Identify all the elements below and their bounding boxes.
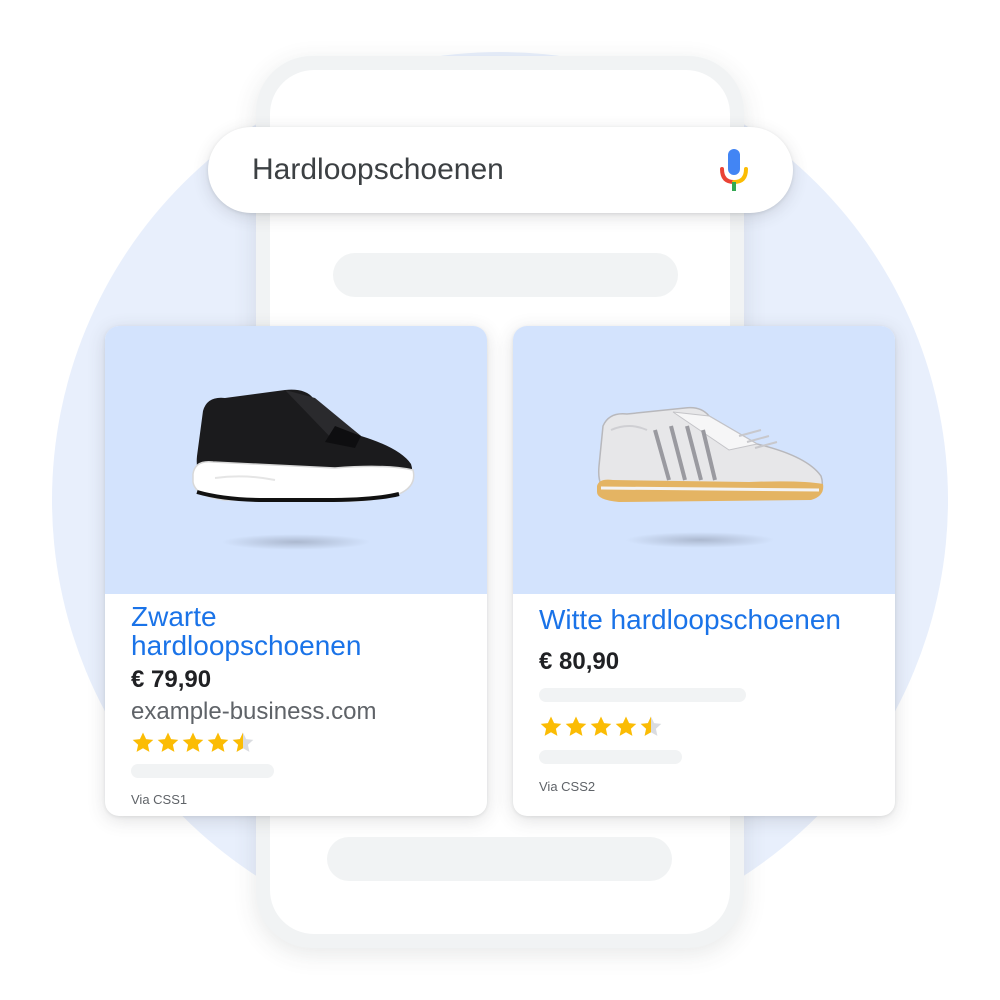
product-price: € 79,90 [131, 666, 212, 693]
star-rating [131, 731, 255, 755]
product-image[interactable] [105, 326, 487, 594]
product-price: € 80,90 [539, 648, 620, 675]
search-bar[interactable]: Hardloopschoenen [208, 127, 793, 213]
star-full-icon [615, 716, 637, 736]
search-query[interactable]: Hardloopschoenen [252, 153, 719, 187]
shoe-shadow [625, 532, 775, 548]
product-image[interactable] [513, 326, 895, 594]
star-full-icon [132, 732, 154, 752]
star-full-icon [182, 732, 204, 752]
product-title[interactable]: Witte hardloopschoenen [539, 605, 841, 634]
merchant-domain[interactable]: example-business.com [131, 698, 376, 726]
placeholder-bar-top [333, 253, 678, 297]
star-rating [539, 715, 663, 739]
star-full-icon [207, 732, 229, 752]
placeholder-line [539, 750, 682, 764]
star-half-icon [640, 716, 662, 736]
star-full-icon [565, 716, 587, 736]
star-full-icon [157, 732, 179, 752]
product-title-line-2[interactable]: hardloopschoenen [131, 631, 361, 660]
star-half-icon [232, 732, 254, 752]
star-full-icon [540, 716, 562, 736]
product-card-white-shoes[interactable]: Witte hardloopschoenen € 80,90 Via CSS2 [513, 326, 895, 816]
product-title-line-1[interactable]: Zwarte [131, 602, 361, 631]
star-full-icon [590, 716, 612, 736]
microphone-icon[interactable] [719, 149, 749, 197]
via-css-label: Via CSS1 [131, 792, 188, 807]
product-card-black-shoes[interactable]: Zwarte hardloopschoenen € 79,90 example-… [105, 326, 487, 816]
via-css-label: Via CSS2 [539, 779, 596, 794]
product-title[interactable]: Zwarte hardloopschoenen [131, 602, 361, 660]
placeholder-bar-bottom [327, 837, 672, 881]
placeholder-line [539, 688, 746, 702]
placeholder-line [131, 764, 274, 778]
shoe-shadow [221, 534, 371, 550]
